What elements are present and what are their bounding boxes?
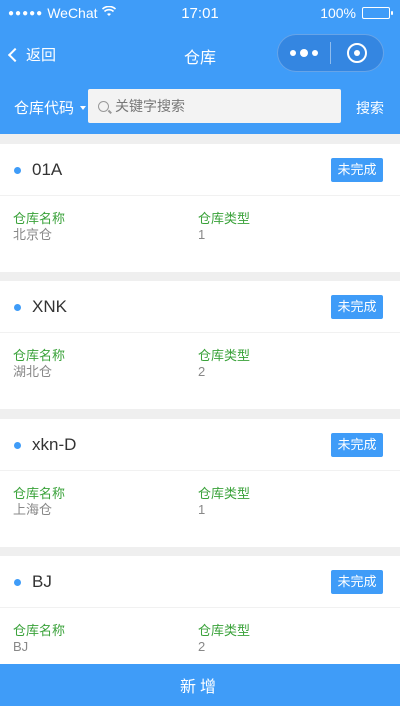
name-field: 仓库名称 BJ bbox=[13, 623, 65, 655]
name-value: 湖北仓 bbox=[13, 364, 53, 379]
type-field: 仓库类型 1 bbox=[198, 486, 250, 518]
card-header: BJ 未完成 bbox=[0, 556, 400, 608]
more-menu-button[interactable] bbox=[278, 34, 330, 72]
name-label: 仓库名称 bbox=[13, 623, 66, 638]
add-warehouse-button[interactable]: 新增 bbox=[0, 664, 400, 706]
type-label: 仓库类型 bbox=[198, 623, 251, 638]
card-header: XNK 未完成 bbox=[0, 281, 400, 333]
more-dots-icon bbox=[290, 50, 296, 56]
warehouse-card[interactable]: xkn-D 未完成 仓库名称 上海仓 仓库类型 1 bbox=[0, 419, 400, 547]
close-miniprogram-button[interactable] bbox=[331, 34, 383, 72]
type-label: 仓库类型 bbox=[198, 486, 251, 501]
bullet-dot bbox=[14, 167, 21, 174]
warehouse-code: xkn-D bbox=[32, 435, 77, 454]
warehouse-code: 01A bbox=[32, 160, 63, 179]
search-button[interactable]: 搜索 bbox=[356, 98, 384, 118]
miniprogram-capsule bbox=[277, 34, 384, 72]
status-badge[interactable]: 未完成 bbox=[331, 433, 383, 457]
type-value: 2 bbox=[198, 639, 206, 654]
battery-icon bbox=[362, 7, 393, 19]
filter-field-select[interactable]: 仓库代码 bbox=[14, 97, 87, 118]
name-value: BJ bbox=[13, 639, 29, 654]
caret-down-icon bbox=[80, 105, 87, 110]
nav-bar: 返回 仓库 bbox=[0, 28, 400, 80]
type-field: 仓库类型 2 bbox=[198, 348, 250, 380]
search-icon bbox=[98, 100, 109, 112]
bullet-dot bbox=[14, 304, 21, 311]
type-value: 2 bbox=[198, 364, 206, 379]
status-badge[interactable]: 未完成 bbox=[331, 570, 383, 594]
card-fields: 仓库名称 BJ 仓库类型 2 bbox=[0, 608, 400, 664]
status-badge[interactable]: 未完成 bbox=[331, 158, 383, 182]
type-value: 1 bbox=[198, 227, 206, 242]
card-header: xkn-D 未完成 bbox=[0, 419, 400, 471]
name-field: 仓库名称 北京仓 bbox=[13, 211, 65, 243]
warehouse-code: BJ bbox=[32, 572, 52, 591]
type-label: 仓库类型 bbox=[198, 211, 251, 226]
search-box[interactable] bbox=[88, 89, 341, 123]
name-field: 仓库名称 湖北仓 bbox=[13, 348, 65, 380]
target-icon bbox=[347, 43, 367, 63]
status-right: 100% bbox=[320, 5, 393, 21]
filter-field-label: 仓库代码 bbox=[14, 100, 75, 117]
card-fields: 仓库名称 湖北仓 仓库类型 2 bbox=[0, 333, 400, 409]
warehouse-card[interactable]: 01A 未完成 仓库名称 北京仓 仓库类型 1 bbox=[0, 144, 400, 272]
bullet-dot bbox=[14, 442, 21, 449]
status-bar: ●●●●● WeChat 17:01 100% bbox=[0, 0, 400, 28]
warehouse-code: XNK bbox=[32, 297, 67, 316]
type-label: 仓库类型 bbox=[198, 348, 251, 363]
bullet-dot bbox=[14, 579, 21, 586]
warehouse-list: 01A 未完成 仓库名称 北京仓 仓库类型 1 XNK 未完成 仓库名称 湖北仓 bbox=[0, 134, 400, 664]
warehouse-card[interactable]: XNK 未完成 仓库名称 湖北仓 仓库类型 2 bbox=[0, 281, 400, 409]
warehouse-card[interactable]: BJ 未完成 仓库名称 BJ 仓库类型 2 bbox=[0, 556, 400, 664]
card-fields: 仓库名称 北京仓 仓库类型 1 bbox=[0, 196, 400, 272]
battery-percent: 100% bbox=[320, 5, 356, 21]
type-value: 1 bbox=[198, 502, 206, 517]
name-value: 上海仓 bbox=[13, 502, 53, 517]
name-label: 仓库名称 bbox=[13, 211, 66, 226]
type-field: 仓库类型 2 bbox=[198, 623, 250, 655]
card-header: 01A 未完成 bbox=[0, 144, 400, 196]
card-fields: 仓库名称 上海仓 仓库类型 1 bbox=[0, 471, 400, 547]
type-field: 仓库类型 1 bbox=[198, 211, 250, 243]
name-label: 仓库名称 bbox=[13, 486, 66, 501]
name-label: 仓库名称 bbox=[13, 348, 66, 363]
status-badge[interactable]: 未完成 bbox=[331, 295, 383, 319]
search-input[interactable] bbox=[115, 98, 335, 114]
search-bar: 仓库代码 搜索 bbox=[0, 80, 400, 134]
name-value: 北京仓 bbox=[13, 227, 53, 242]
name-field: 仓库名称 上海仓 bbox=[13, 486, 65, 518]
